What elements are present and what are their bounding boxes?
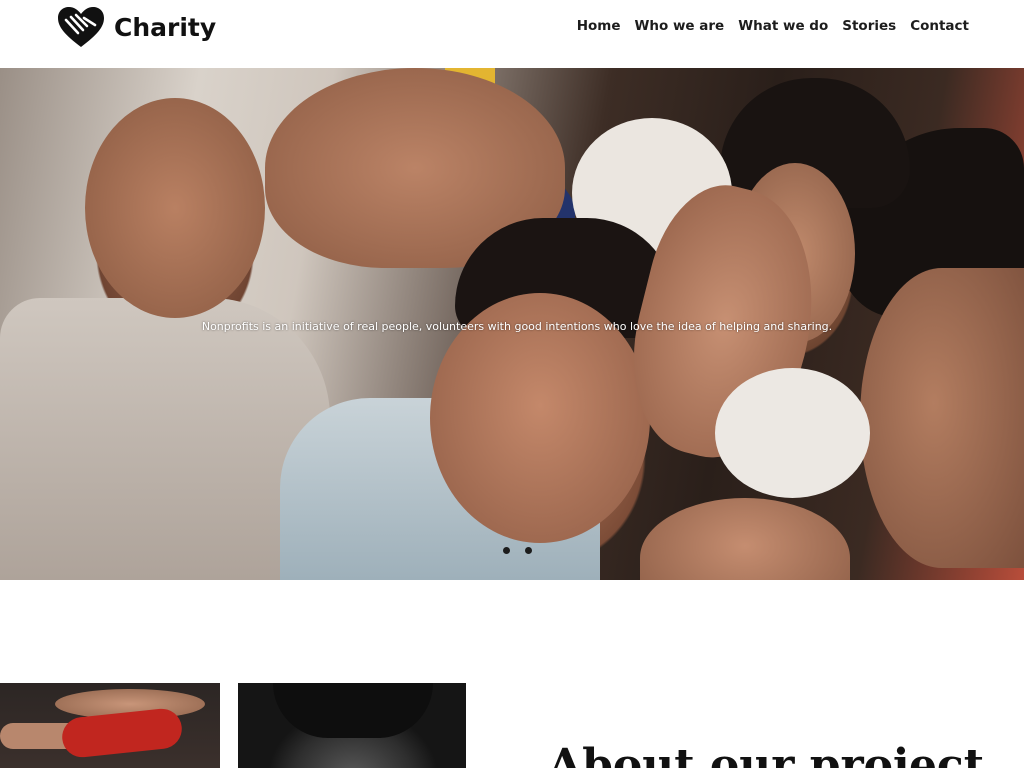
hero-image-detail <box>715 368 870 498</box>
about-title: About our project <box>548 740 985 768</box>
heart-hands-icon <box>58 7 104 47</box>
project-image-hands <box>0 683 220 768</box>
nav-item-who-we-are[interactable]: Who we are <box>634 18 724 34</box>
nav-item-stories[interactable]: Stories <box>842 18 896 34</box>
brand-name: Charity <box>114 12 217 42</box>
hero-image-detail <box>860 268 1024 568</box>
slider-dot-2[interactable] <box>525 547 532 554</box>
site-header: Charity Home Who we are What we do Stori… <box>0 0 1024 68</box>
nav-item-home[interactable]: Home <box>577 18 621 34</box>
hero-image-detail <box>640 498 850 580</box>
nav-item-contact[interactable]: Contact <box>910 18 969 34</box>
brand-logo-link[interactable]: Charity <box>57 6 216 48</box>
project-image-child <box>238 683 466 768</box>
slider-dot-1[interactable] <box>503 547 510 554</box>
main-nav: Home Who we are What we do Stories Conta… <box>577 18 969 34</box>
hero-slider[interactable]: Nonprofits is an initiative of real peop… <box>0 68 1024 580</box>
nav-item-what-we-do[interactable]: What we do <box>738 18 828 34</box>
hero-tagline: Nonprofits is an initiative of real peop… <box>201 320 833 333</box>
hero-image-detail <box>85 98 265 318</box>
slider-pagination <box>503 547 532 554</box>
